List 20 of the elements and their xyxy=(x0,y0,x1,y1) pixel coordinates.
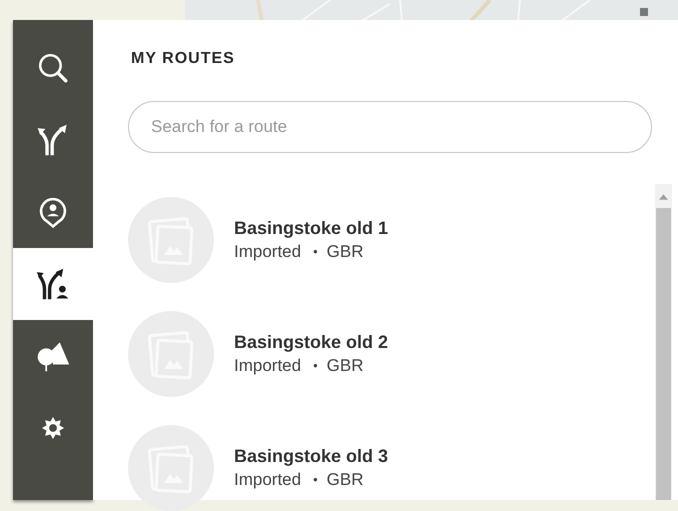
route-source: Imported xyxy=(234,356,302,376)
route-name[interactable]: Basingstoke old 2 xyxy=(234,332,388,353)
separator-dot: • xyxy=(313,243,318,261)
route-name[interactable]: Basingstoke old 1 xyxy=(234,218,388,239)
route-country: GBR xyxy=(326,242,364,262)
separator-dot: • xyxy=(313,471,318,489)
search-icon xyxy=(36,51,70,85)
route-name[interactable]: Basingstoke old 3 xyxy=(234,446,388,467)
scrollbar[interactable] xyxy=(655,184,672,500)
route-country: GBR xyxy=(326,470,364,490)
route-source: Imported xyxy=(234,470,302,490)
panel-title: MY ROUTES xyxy=(131,50,236,68)
route-source: Imported xyxy=(234,242,302,262)
search-field[interactable]: Search for a route xyxy=(128,101,652,153)
separator-dot: • xyxy=(313,357,318,375)
scrollbar-thumb[interactable] xyxy=(656,208,671,500)
route-person-icon xyxy=(36,267,70,301)
my-routes-tab[interactable] xyxy=(13,248,93,320)
settings-icon xyxy=(40,415,66,441)
route-country: GBR xyxy=(326,356,364,376)
